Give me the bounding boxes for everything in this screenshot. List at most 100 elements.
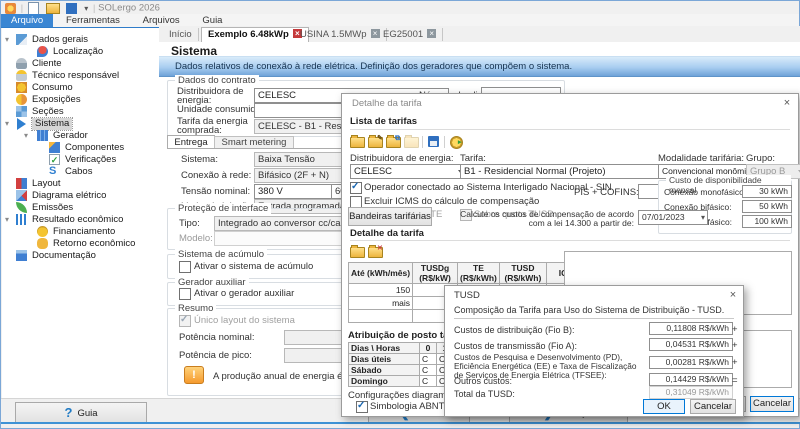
financing-moneybag-icon xyxy=(37,226,48,237)
outros-custos-field[interactable]: 0,14429 R$/kWh xyxy=(649,373,733,386)
tariff-cancel-button[interactable]: Cancelar xyxy=(750,396,794,412)
copy-tariff-icon[interactable]: ⧉ xyxy=(386,137,401,148)
checks-icon: ✓ xyxy=(49,154,60,165)
ativar-acumulo-checkbox[interactable] xyxy=(179,261,191,273)
lei-date-field[interactable]: 07/01/2023▾ xyxy=(638,210,708,225)
menu-ferramentas[interactable]: Ferramentas xyxy=(56,14,130,27)
dlg-distribuidora-select[interactable]: CELESC xyxy=(350,164,469,179)
tree-item-retorno-economico[interactable]: Retorno econômico xyxy=(2,238,159,250)
divider xyxy=(350,240,790,241)
conexao-field: Bifásico (2F + N) xyxy=(254,168,350,183)
dialog-title: TUSD xyxy=(454,290,480,301)
sistema-field: Baixa Tensão xyxy=(254,152,350,167)
pd-ee-tfsee-field[interactable]: 0,00281 R$/kWh xyxy=(649,356,733,369)
general-data-icon xyxy=(16,34,27,45)
close-icon[interactable]: × xyxy=(726,289,740,301)
tree-collapse-icon[interactable]: ▾ xyxy=(5,34,9,46)
solergo-app-window: { "window": { "title": "SOLergo 2026", "… xyxy=(0,0,800,429)
tusd-ok-button[interactable]: OK xyxy=(643,399,685,414)
tree-item-layout[interactable]: Layout xyxy=(2,178,159,190)
ativar-gerador-checkbox[interactable] xyxy=(179,288,191,300)
potencia-nominal-label: Potência nominal: xyxy=(179,332,255,343)
tab-eg25001[interactable]: EG25001× xyxy=(377,28,443,41)
question-icon: ? xyxy=(64,405,72,420)
tree-item-diagrama-eletrico[interactable]: Diagrama elétrico xyxy=(2,190,159,202)
pis-cofins-label: PIS + COFINS: xyxy=(574,187,639,198)
tab-usina[interactable]: USINA 1.5MWp× xyxy=(294,28,387,41)
separator: | xyxy=(93,3,95,13)
save-tariff-icon[interactable] xyxy=(428,136,439,147)
tree-item-gerador[interactable]: ▾Gerador xyxy=(2,130,159,142)
tree-item-emissoes[interactable]: Emissões xyxy=(2,202,159,214)
tree-item-secoes[interactable]: Seções xyxy=(2,106,159,118)
economic-return-piggy-icon xyxy=(37,238,48,249)
lista-tarifas-label: Lista de tarifas xyxy=(350,116,417,127)
simbologia-label: Simbologia ABNT xyxy=(370,401,444,412)
separator xyxy=(422,136,423,148)
page-subtitle: Dados relativos de conexão à rede elétri… xyxy=(159,57,800,72)
outros-custos-label: Outros custos: xyxy=(454,376,512,386)
tree-item-resultado-economico[interactable]: ▾Resultado econômico xyxy=(2,214,159,226)
components-icon xyxy=(49,142,60,153)
close-icon[interactable]: × xyxy=(780,97,794,109)
sections-grid-icon xyxy=(16,106,27,117)
separator xyxy=(444,136,445,148)
detalhe-tarifa-label: Detalhe da tarifa xyxy=(350,228,424,239)
dlg-distribuidora-label: Distribuidora de energia: xyxy=(350,153,454,164)
tusd-cancel-button[interactable]: Cancelar xyxy=(690,399,736,414)
menu-arquivo[interactable]: Arquivo xyxy=(1,14,53,27)
calendar-caret-icon[interactable]: ▾ xyxy=(701,211,705,224)
dialog-title: Detalhe da tarifa xyxy=(352,98,422,109)
technician-icon xyxy=(16,70,27,81)
tab-exemplo[interactable]: Exemplo 6.48kWp× xyxy=(201,27,309,43)
layout-icon xyxy=(16,178,27,189)
tree-collapse-icon[interactable]: ▾ xyxy=(5,214,9,226)
tree-collapse-icon[interactable]: ▾ xyxy=(24,130,28,142)
documentation-icon xyxy=(16,250,27,261)
save-project-icon[interactable] xyxy=(66,3,77,14)
tree-item-cliente[interactable]: Cliente xyxy=(2,58,159,70)
dlg-tarifa-select[interactable]: B1 - Residencial Normal (Projeto) xyxy=(460,164,669,179)
tree-item-financiamento[interactable]: Financiamento xyxy=(2,226,159,238)
tree-collapse-icon[interactable]: ▾ xyxy=(5,118,9,130)
trifasico-field[interactable]: 100 kWh xyxy=(742,215,792,228)
tarifa-comprada-label: Tarifa da energia comprada: xyxy=(177,117,253,135)
tree-item-sistema[interactable]: ▾Sistema xyxy=(2,118,159,130)
modelo-label: Modelo: xyxy=(179,233,213,244)
tensao-label: Tensão nominal: xyxy=(181,186,250,197)
simbologia-checkbox[interactable] xyxy=(356,401,368,413)
delete-tariff-icon xyxy=(404,137,419,148)
open-row-icon[interactable] xyxy=(350,247,365,258)
location-pin-icon xyxy=(37,46,48,57)
dlg-modalidade-label: Modalidade tarifária: xyxy=(658,153,744,164)
tab-entrega[interactable]: Entrega xyxy=(167,135,215,149)
fio-b-field[interactable]: 0,11808 R$/kWh xyxy=(649,322,733,335)
tree-item-verificacoes[interactable]: ✓Verificações xyxy=(2,154,159,166)
client-person-icon xyxy=(16,58,27,69)
total-tusd-field: 0,31049 R$/kWh xyxy=(649,386,733,399)
tree-item-exposicoes[interactable]: Exposições xyxy=(2,94,159,106)
fio-a-field[interactable]: 0,04531 R$/kWh xyxy=(649,338,733,351)
tree-item-componentes[interactable]: Componentes xyxy=(2,142,159,154)
sin-checkbox[interactable] xyxy=(350,182,362,194)
new-tariff-icon[interactable] xyxy=(350,137,365,148)
tab-close-icon[interactable]: × xyxy=(427,29,436,38)
tree-item-dados-gerais[interactable]: ▾Dados gerais xyxy=(2,34,159,46)
tree-item-consumo[interactable]: Consumo xyxy=(2,82,159,94)
tariff-export-icon[interactable]: ▸ xyxy=(450,136,463,149)
tree-item-localizacao[interactable]: Localização xyxy=(2,46,159,58)
tree-item-tecnico-responsavel[interactable]: Técnico responsável xyxy=(2,70,159,82)
bandeiras-button[interactable]: Bandeiras tarifárias xyxy=(348,207,432,226)
dlg-grupo-label: Grupo: xyxy=(746,153,775,164)
tree-item-documentacao[interactable]: Documentação xyxy=(2,250,159,262)
bifasico-field[interactable]: 50 kWh xyxy=(742,200,792,213)
quickbar-caret-icon[interactable]: ▾ xyxy=(84,4,88,13)
open-project-icon[interactable] xyxy=(46,3,60,14)
dlg-tarifa-label: Tarifa: xyxy=(460,153,486,164)
guia-button[interactable]: ?Guia xyxy=(15,402,147,423)
tab-inicio[interactable]: Início xyxy=(163,28,199,41)
edit-tariff-icon[interactable]: ✎ xyxy=(368,137,383,148)
monofasico-field[interactable]: 30 kWh xyxy=(742,185,792,198)
delete-row-icon[interactable]: ✕ xyxy=(368,247,383,258)
tree-item-cabos[interactable]: SCabos xyxy=(2,166,159,178)
